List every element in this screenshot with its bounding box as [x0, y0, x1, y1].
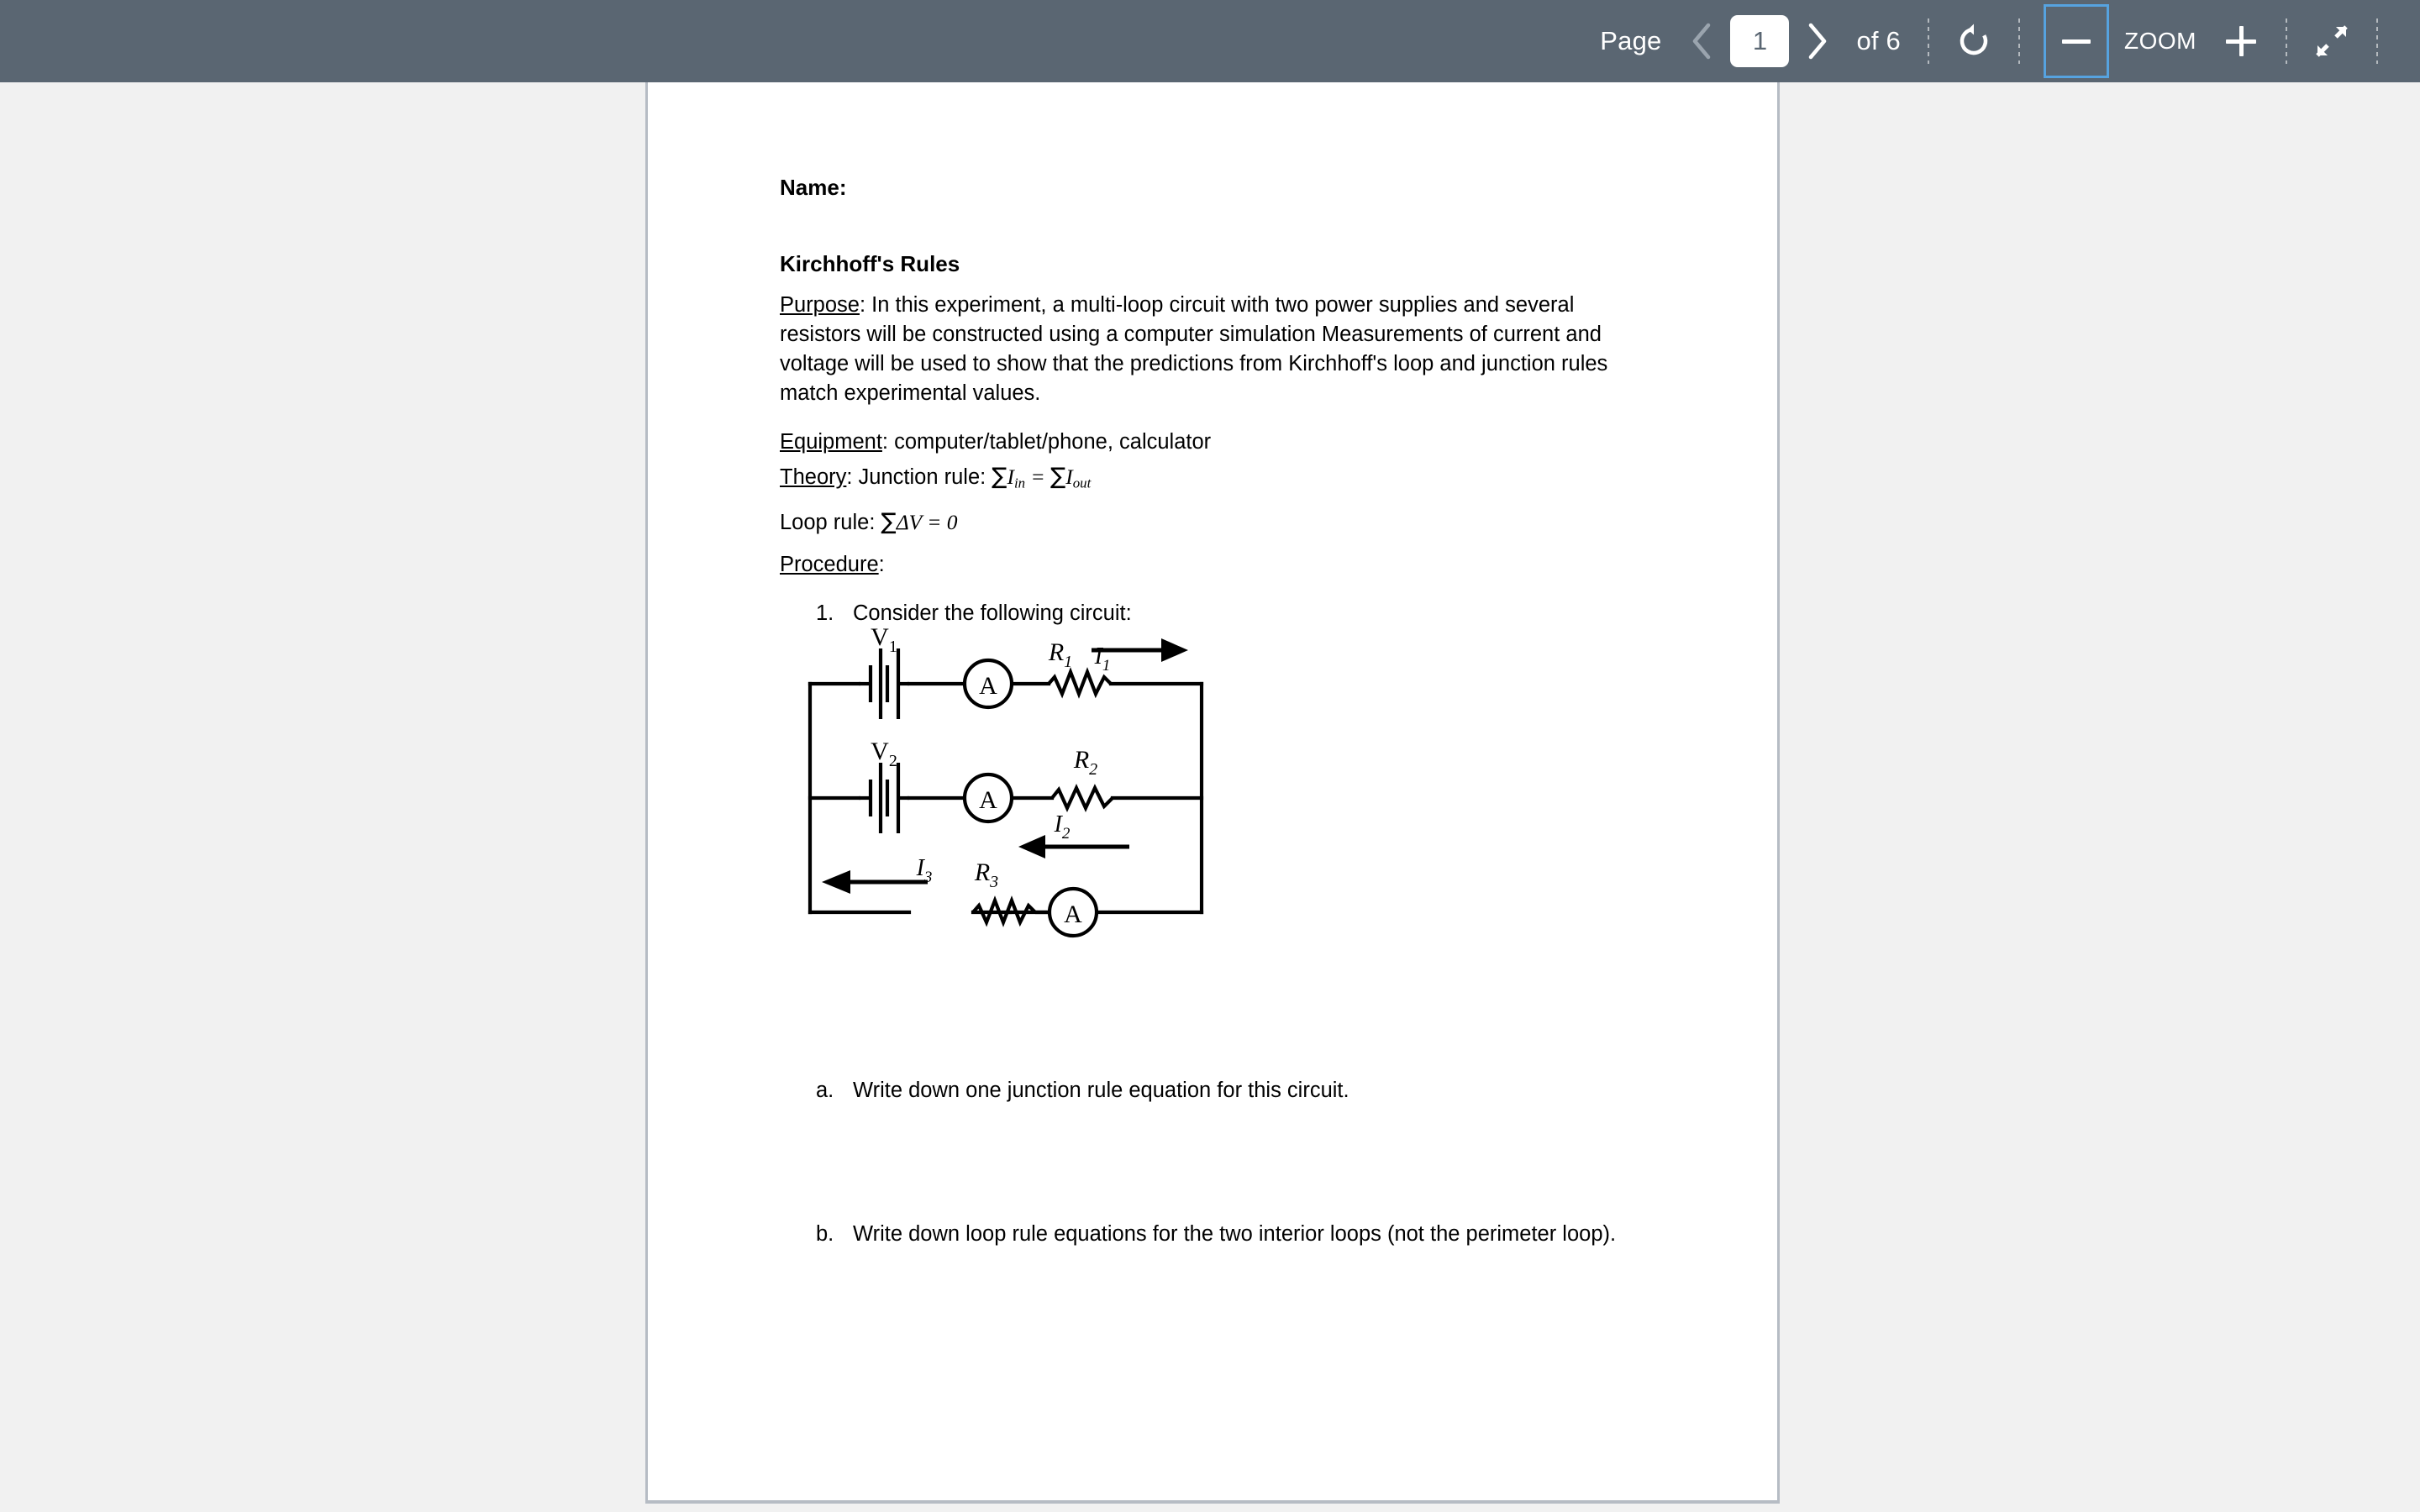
- question-b-number: b.: [816, 1222, 834, 1246]
- junction-sum-out-symbol: ∑: [1050, 464, 1066, 490]
- current-arrow-i2: [1018, 835, 1129, 858]
- collapse-fullscreen-button[interactable]: [2306, 15, 2358, 67]
- loop-sum-symbol: ∑: [881, 509, 897, 535]
- label-v1: V1: [871, 627, 897, 656]
- procedure-heading: Procedure: [780, 553, 879, 576]
- procedure-item-1: 1. Consider the following circuit:: [816, 599, 1132, 628]
- battery-v2: [859, 763, 909, 833]
- zoom-out-button[interactable]: [2044, 4, 2109, 78]
- theory-heading: Theory: [780, 465, 847, 489]
- page-label: Page: [1600, 26, 1662, 55]
- purpose-paragraph: Purpose: In this experiment, a multi-loo…: [780, 291, 1628, 408]
- toolbar-separator-3: [2286, 18, 2287, 64]
- toolbar-separator-4: [2376, 18, 2378, 64]
- purpose-heading: Purpose: [780, 293, 860, 317]
- label-v2: V2: [871, 738, 897, 770]
- procedure-paragraph: Procedure:: [780, 550, 885, 580]
- label-r3: R3: [974, 858, 998, 891]
- procedure-item-1-number: 1.: [816, 601, 834, 625]
- resistor-r2: [1050, 783, 1114, 813]
- toolbar-separator-2: [2018, 18, 2020, 64]
- question-a-number: a.: [816, 1079, 834, 1102]
- pdf-toolbar: Page of 6 ZOOM: [0, 0, 2420, 82]
- ammeter-1-label: A: [979, 672, 997, 700]
- loop-rule-paragraph: Loop rule: ∑ΔV = 0: [780, 507, 958, 538]
- junction-current-out: I: [1065, 465, 1073, 489]
- label-r1: R1: [1048, 638, 1072, 671]
- previous-page-button[interactable]: [1680, 15, 1723, 67]
- page-count-label: of 6: [1856, 26, 1901, 55]
- chevron-left-icon: [1693, 23, 1711, 60]
- ammeter-2-label: A: [979, 786, 997, 814]
- question-a: a. Write down one junction rule equation …: [816, 1076, 1349, 1105]
- question-b: b. Write down loop rule equations for the…: [816, 1220, 1616, 1249]
- rotate-icon: [1960, 24, 1988, 55]
- collapse-fullscreen-icon: [2316, 25, 2348, 57]
- junction-sum-in-symbol: ∑: [992, 464, 1007, 490]
- page-navigation-group: Page of 6: [1600, 15, 1909, 67]
- current-arrow-i3: [822, 870, 928, 894]
- loop-rule-label: Loop rule:: [780, 511, 881, 534]
- circuit-diagram: A A A V1 V2 R1 I1 R2 I2 I3 R3: [800, 627, 1270, 946]
- circuit-svg: A A A V1 V2 R1 I1 R2 I2 I3 R3: [808, 627, 1204, 938]
- page-title: Kirchhoff's Rules: [780, 251, 960, 276]
- junction-equals: =: [1025, 465, 1051, 489]
- rotate-button[interactable]: [1948, 15, 2000, 67]
- procedure-item-1-text: Consider the following circuit:: [853, 601, 1132, 625]
- pdf-viewer-area[interactable]: Name: Kirchhoff's Rules Purpose: In this…: [0, 82, 2420, 1512]
- loop-delta-v: ΔV: [896, 510, 922, 534]
- zoom-label: ZOOM: [2124, 28, 2196, 54]
- zoom-in-button[interactable]: [2215, 15, 2267, 67]
- equipment-text: : computer/tablet/phone, calculator: [881, 430, 1212, 454]
- loop-equals-zero: = 0: [921, 510, 958, 534]
- equipment-heading: Equipment: [780, 430, 882, 454]
- battery-v1: [859, 648, 909, 719]
- chevron-right-icon: [1809, 23, 1827, 60]
- toolbar-separator-1: [1928, 18, 1929, 64]
- junction-current-out-subscript: out: [1072, 475, 1092, 491]
- resistor-r1: [1047, 667, 1113, 699]
- next-page-button[interactable]: [1796, 15, 1839, 67]
- junction-current-in-subscript: in: [1014, 475, 1026, 491]
- label-r2: R2: [1073, 746, 1097, 779]
- pdf-page-1: Name: Kirchhoff's Rules Purpose: In this…: [645, 82, 1780, 1504]
- procedure-colon: :: [878, 553, 885, 576]
- junction-current-in: I: [1007, 465, 1015, 489]
- minus-icon: [2062, 39, 2091, 44]
- theory-text: : Junction rule:: [846, 465, 992, 489]
- label-i2: I2: [1054, 811, 1071, 843]
- equipment-paragraph: Equipment: computer/tablet/phone, calcul…: [780, 428, 1211, 457]
- ammeter-3-label: A: [1064, 900, 1082, 928]
- question-b-text: Write down loop rule equations for the t…: [853, 1222, 1617, 1246]
- purpose-text: : In this experiment, a multi-loop circu…: [780, 293, 1608, 405]
- page-number-input[interactable]: [1730, 15, 1790, 67]
- question-a-text: Write down one junction rule equation fo…: [853, 1079, 1349, 1102]
- theory-paragraph: Theory: Junction rule: ∑Iin = ∑Iout: [780, 462, 1091, 498]
- name-field-label: Name:: [780, 175, 847, 200]
